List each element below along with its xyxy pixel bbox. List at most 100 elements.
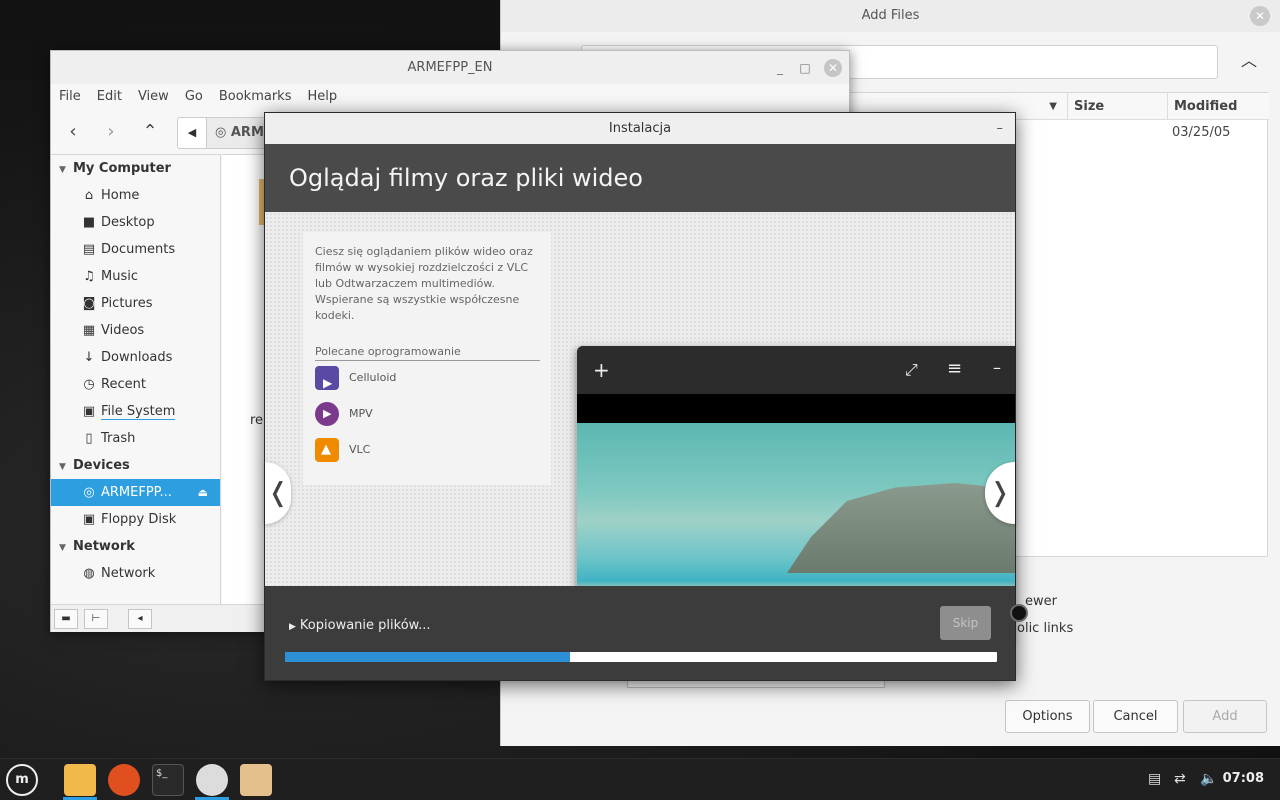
sidebar-item-label: Desktop: [101, 215, 155, 230]
sidebar-item-label: Pictures: [101, 296, 153, 311]
installer-window: Instalacja – Oglądaj filmy oraz pliki wi…: [264, 112, 1016, 681]
sidebar-item-label: Recent: [101, 377, 146, 392]
places-view-icon[interactable]: ▬: [54, 609, 78, 629]
path-segment[interactable]: ◎ ARM: [206, 117, 266, 149]
tree-view-icon[interactable]: ⊢: [84, 609, 108, 629]
menu-bookmarks[interactable]: Bookmarks: [211, 85, 300, 109]
close-icon[interactable]: ✕: [1250, 6, 1270, 26]
file-label-fragment: re: [250, 413, 264, 428]
pictures-icon: ◙: [82, 296, 96, 311]
notes-icon[interactable]: ▤: [1148, 771, 1161, 787]
archive-icon[interactable]: [240, 764, 272, 796]
chevron-up-icon[interactable]: ︿: [1236, 48, 1262, 74]
clock[interactable]: 07:08: [1223, 771, 1264, 786]
sidebar-item-music[interactable]: ♫ Music: [51, 263, 220, 290]
disc-icon[interactable]: [196, 764, 228, 796]
options-button[interactable]: Options: [1005, 700, 1090, 733]
sidebar-item-label: Home: [101, 188, 140, 203]
sidebar-item-label: Trash: [101, 431, 136, 446]
minimize-icon[interactable]: –: [997, 113, 1004, 144]
installer-titlebar: Instalacja –: [265, 113, 1015, 144]
section-my-computer[interactable]: ▼ My Computer: [51, 155, 220, 182]
music-icon: ♫: [83, 269, 95, 284]
volume-icon[interactable]: 🔈: [1200, 771, 1217, 787]
section-label: Devices: [73, 458, 130, 473]
sidebar-item-pictures[interactable]: ◙ Pictures: [51, 290, 220, 317]
sidebar-item-desktop[interactable]: ■ Desktop: [51, 209, 220, 236]
size-column-header[interactable]: Size: [1068, 93, 1168, 120]
sidebar-item-videos[interactable]: ▦ Videos: [51, 317, 220, 344]
app-celluloid: ▶ Celluloid: [315, 366, 396, 390]
sidebar-item-downloads[interactable]: ↓ Downloads: [51, 344, 220, 371]
disc-icon: ◎: [83, 485, 95, 500]
vlc-icon: ▲: [315, 438, 339, 462]
trash-icon: ▯: [85, 431, 93, 446]
taskbar: m $_ ▤ ⇄ 🔈 07:08: [0, 758, 1280, 800]
sidebar-item-file-system[interactable]: ▣ File System: [51, 398, 220, 425]
network-icon: ◍: [83, 566, 95, 581]
menu-icon[interactable]: m: [6, 764, 38, 796]
floppy-icon: ▣: [82, 512, 96, 527]
section-label: Network: [73, 539, 135, 554]
menu-view[interactable]: View: [130, 85, 177, 109]
app-name: Celluloid: [349, 371, 397, 384]
app-vlc: ▲ VLC: [315, 438, 370, 462]
installer-footer: ▶ Kopiowanie plików... Skip: [265, 586, 1015, 680]
menu-file[interactable]: File: [51, 85, 89, 109]
previous-slide-icon[interactable]: ❬: [265, 462, 291, 524]
plus-icon: +: [593, 358, 610, 382]
back-icon[interactable]: ‹: [60, 119, 86, 145]
sidebar-item-label: File System: [101, 404, 176, 420]
add-button[interactable]: Add: [1183, 700, 1267, 733]
app-name: VLC: [349, 443, 371, 456]
minimize-icon: –: [993, 358, 1001, 377]
status-text[interactable]: ▶ Kopiowanie plików...: [289, 618, 430, 633]
add-files-title: Add Files: [861, 8, 920, 23]
menu-edit[interactable]: Edit: [89, 85, 130, 109]
menu-bar: File Edit View Go Bookmarks Help: [51, 85, 345, 109]
mpv-icon: ▶: [315, 402, 339, 426]
forward-icon[interactable]: ›: [98, 119, 124, 145]
recommended-label: Polecane oprogramowanie: [315, 345, 540, 361]
sidebar-item-armefpp[interactable]: ◎ ARMEFPP... ⏏: [51, 479, 220, 506]
eject-icon[interactable]: ⏏: [198, 479, 208, 506]
file-manager-title: ARMEFPP_EN: [407, 60, 493, 75]
sidebar-item-floppy[interactable]: ▣ Floppy Disk: [51, 506, 220, 533]
close-icon[interactable]: ✕: [824, 59, 842, 77]
sidebar-item-label: Videos: [101, 323, 145, 338]
option-label-viewer: ewer: [1025, 594, 1057, 609]
terminal-icon[interactable]: $_: [152, 764, 184, 796]
installer-title: Instalacja: [608, 121, 672, 136]
sidebar-item-trash[interactable]: ▯ Trash: [51, 425, 220, 452]
menu-help[interactable]: Help: [299, 85, 345, 109]
path-left-icon[interactable]: ◀: [177, 117, 207, 149]
path-segment-label: ARM: [230, 125, 264, 140]
menu-go[interactable]: Go: [177, 85, 211, 109]
cancel-button[interactable]: Cancel: [1093, 700, 1178, 733]
network-disconnected-icon[interactable]: ⇄: [1174, 771, 1186, 787]
toggle-sidebar-icon[interactable]: ◂: [128, 609, 152, 629]
up-icon[interactable]: ⌃: [137, 119, 163, 145]
sidebar-item-label: ARMEFPP...: [101, 485, 172, 500]
sidebar-item-home[interactable]: ⌂ Home: [51, 182, 220, 209]
sidebar-item-documents[interactable]: ▤ Documents: [51, 236, 220, 263]
slide-heading: Oglądaj filmy oraz pliki wideo: [265, 144, 1015, 212]
slide-description: Ciesz się oglądaniem plików wideo oraz f…: [315, 245, 533, 322]
fullscreen-icon: ⤢: [905, 360, 918, 379]
minimize-icon[interactable]: _: [771, 59, 789, 77]
app-name: MPV: [349, 407, 373, 420]
sidebar-item-recent[interactable]: ◷ Recent: [51, 371, 220, 398]
section-devices[interactable]: ▼ Devices: [51, 452, 220, 479]
videos-icon: ▦: [82, 323, 96, 338]
sidebar-item-network[interactable]: ◍ Network: [51, 560, 220, 587]
section-network[interactable]: ▼ Network: [51, 533, 220, 560]
modified-column-header[interactable]: Modified: [1168, 93, 1269, 120]
cliff-shape: [787, 483, 1015, 573]
files-icon[interactable]: [64, 764, 96, 796]
documents-icon: ▤: [82, 242, 96, 257]
maximize-icon[interactable]: □: [796, 59, 814, 77]
skip-button[interactable]: Skip: [940, 606, 991, 640]
firefox-icon[interactable]: [108, 764, 140, 796]
sidebar-item-label: Documents: [101, 242, 176, 257]
desktop-icon: ■: [82, 215, 96, 230]
